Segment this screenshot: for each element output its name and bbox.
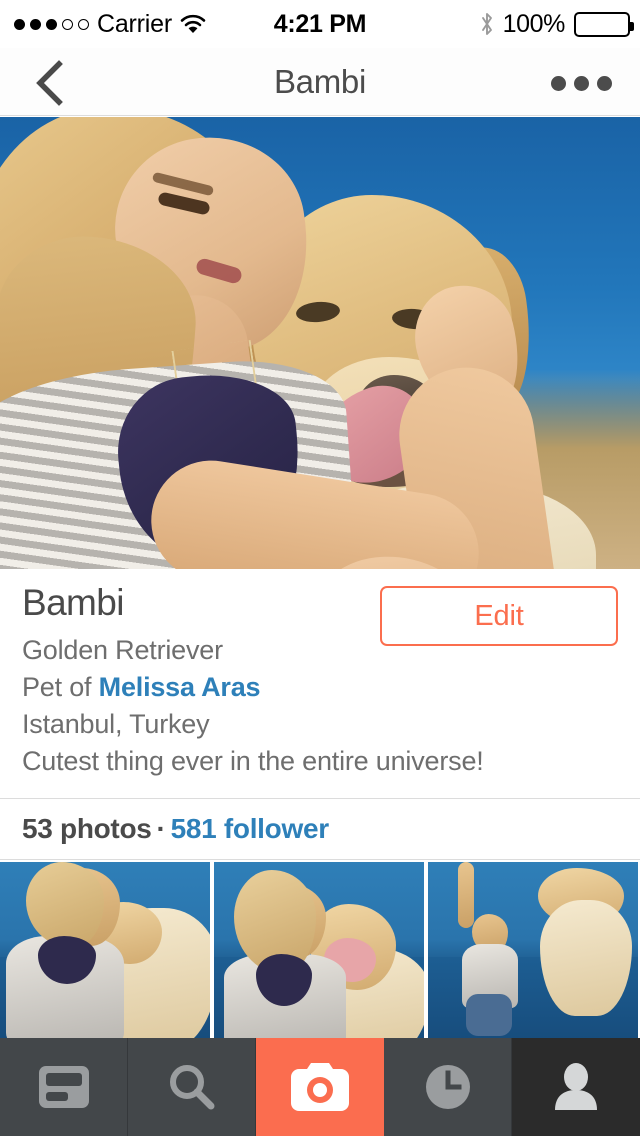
stats-separator: · bbox=[156, 813, 166, 844]
pet-name: Bambi bbox=[22, 582, 124, 623]
photo-thumbnail[interactable] bbox=[428, 862, 638, 1038]
profile-info: Bambi Golden Retriever Pet of Melissa Ar… bbox=[0, 569, 640, 799]
tab-feed[interactable] bbox=[0, 1038, 128, 1136]
search-icon bbox=[169, 1065, 214, 1110]
thumb-dog-body bbox=[540, 900, 632, 1016]
more-options-button[interactable] bbox=[546, 60, 616, 106]
tab-activity[interactable] bbox=[384, 1038, 512, 1136]
status-bar: Carrier 4:21 PM 100% bbox=[0, 0, 640, 48]
photo-thumbnail[interactable] bbox=[214, 862, 424, 1038]
pet-location: Istanbul, Turkey bbox=[22, 709, 210, 739]
clock-icon bbox=[425, 1065, 470, 1109]
more-options-icon bbox=[550, 75, 566, 91]
app-screen: Carrier 4:21 PM 100% Bambi Bambi Golden … bbox=[0, 0, 640, 1136]
pet-bio: Cutest thing ever in the entire universe… bbox=[22, 746, 484, 776]
page-title: Bambi bbox=[273, 63, 367, 100]
profile-details: Golden Retriever Pet of Melissa Aras Ist… bbox=[22, 632, 484, 780]
battery-percent-label: 100% bbox=[502, 9, 566, 38]
more-options-icon bbox=[596, 75, 612, 91]
feed-icon bbox=[38, 1066, 89, 1108]
status-bar-right: 100% bbox=[480, 0, 634, 48]
tab-camera[interactable] bbox=[256, 1038, 384, 1136]
owner-prefix-label: Pet of bbox=[22, 672, 99, 702]
battery-full-icon bbox=[574, 11, 634, 37]
thumb-person-arm bbox=[458, 862, 474, 928]
profile-stats-bar: 53 photos · 581 follower bbox=[0, 798, 640, 860]
person-icon bbox=[555, 1063, 597, 1110]
owner-link[interactable]: Melissa Aras bbox=[99, 672, 261, 702]
edit-button[interactable]: Edit bbox=[380, 586, 618, 646]
pet-owner-line: Pet of Melissa Aras bbox=[22, 669, 484, 706]
photo-grid bbox=[0, 862, 640, 1038]
camera-icon bbox=[291, 1063, 349, 1111]
profile-stats: 53 photos · 581 follower bbox=[22, 813, 329, 845]
tab-bar bbox=[0, 1038, 640, 1136]
navigation-bar: Bambi bbox=[0, 48, 640, 116]
profile-cover-photo[interactable] bbox=[0, 117, 640, 569]
followers-count[interactable]: 581 follower bbox=[171, 813, 330, 844]
thumb-person-shorts bbox=[466, 994, 512, 1036]
photo-thumbnail[interactable] bbox=[0, 862, 210, 1038]
bluetooth-icon bbox=[480, 12, 494, 36]
photos-count: 53 photos bbox=[22, 813, 152, 844]
tab-search[interactable] bbox=[128, 1038, 256, 1136]
tab-profile[interactable] bbox=[512, 1038, 640, 1136]
more-options-icon bbox=[573, 75, 589, 91]
